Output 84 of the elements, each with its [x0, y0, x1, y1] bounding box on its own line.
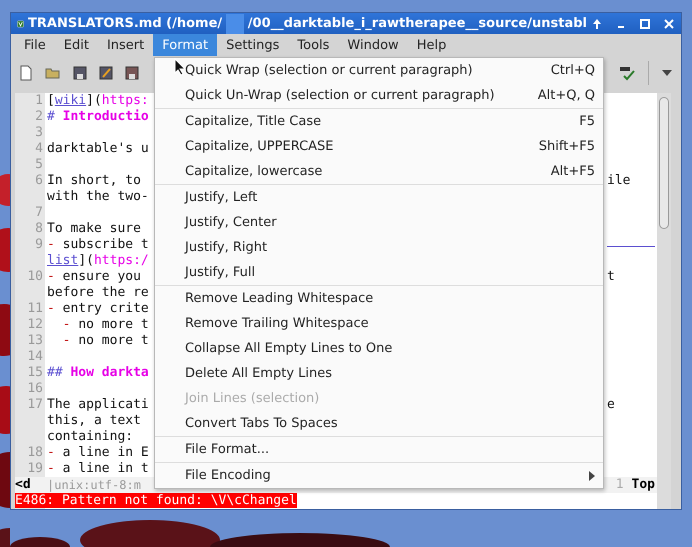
menu-item[interactable]: File	[15, 34, 55, 56]
menu-item[interactable]: Format	[153, 34, 218, 56]
line-number: 9	[35, 237, 43, 252]
code-line: darktable's u	[47, 141, 149, 156]
menu-item[interactable]: Settings	[217, 34, 288, 56]
redacted-block	[226, 14, 244, 34]
file-info: |unix:utf-8:m	[46, 477, 141, 493]
menu-item[interactable]: Collapse All Empty Lines to One	[155, 336, 603, 361]
code-line: before the re	[47, 285, 149, 300]
code-line: The applicati	[47, 397, 149, 412]
code-line: - no more t	[62, 317, 149, 332]
window-title: /00__darktable_i_rawtherapee__source/unstabl	[248, 16, 587, 32]
line-number: 14	[27, 349, 43, 364]
line-number: 16	[27, 381, 43, 396]
code-line: this, a text	[47, 413, 141, 428]
menu-item[interactable]: Capitalize, lowercase Alt+F5	[155, 159, 603, 184]
mode-indicator: <d	[15, 477, 32, 493]
code-line: [wiki](https:	[47, 93, 149, 108]
line-number: 19	[27, 461, 43, 476]
line-number: 17	[27, 397, 43, 412]
line-number: 18	[27, 445, 43, 460]
line-number: 8	[35, 221, 43, 236]
code-line: - a line in t	[47, 461, 149, 476]
dropdown-arrow-icon[interactable]	[661, 69, 673, 78]
menu-item[interactable]: Insert	[98, 34, 154, 56]
position-indicator: Top	[632, 477, 656, 493]
edit-floppy-icon[interactable]	[99, 66, 113, 80]
code-line: - subscribe t	[47, 237, 149, 252]
code-line: - entry crite	[47, 301, 149, 316]
menu-item[interactable]: Convert Tabs To Spaces	[155, 411, 603, 436]
folder-icon[interactable]	[45, 66, 61, 80]
code-line: In short, to	[47, 173, 141, 188]
code-line: containing:	[47, 429, 134, 444]
line-indicator: 1	[616, 477, 625, 493]
line-number: 13	[27, 333, 43, 348]
menu-item[interactable]: Justify, Full	[155, 260, 603, 285]
code-line: # Introductio	[47, 109, 149, 124]
line-number: 11	[27, 301, 43, 316]
menu-item[interactable]: Justify, Left	[155, 185, 603, 210]
line-number: 2	[35, 109, 43, 124]
error-message: E486: Pattern not found: \V\cChangel	[15, 493, 297, 508]
scrollbar-thumb[interactable]	[659, 97, 669, 229]
code-line: ile	[607, 173, 630, 188]
menu-item[interactable]: Edit	[54, 34, 98, 56]
maximize-icon[interactable]	[639, 18, 651, 30]
menu-item[interactable]: Delete All Empty Lines	[155, 361, 603, 386]
code-line: e	[607, 397, 615, 412]
spellcheck-icon[interactable]	[618, 65, 636, 82]
menu-item[interactable]: Capitalize, UPPERCASE Shift+F5	[155, 134, 603, 159]
up-arrow-icon[interactable]	[591, 18, 603, 30]
line-number: 3	[35, 125, 43, 140]
window-title: TRANSLATORS.md (/home/	[28, 16, 222, 32]
code-line: - a line in E	[47, 445, 149, 460]
line-number: 6	[35, 173, 43, 188]
menu-item[interactable]: Justify, Right	[155, 235, 603, 260]
line-number: 5	[35, 157, 43, 172]
line-number: 15	[27, 365, 43, 380]
close-icon[interactable]	[663, 18, 675, 30]
floppy-icon[interactable]	[73, 66, 87, 80]
code-line: with the two-	[47, 189, 149, 204]
menu-item[interactable]: Remove Trailing Whitespace	[155, 311, 603, 336]
code-line: To make sure	[47, 221, 141, 236]
code-line: ## How darkta	[47, 365, 149, 380]
line-number: 10	[27, 269, 43, 284]
menu-item[interactable]: Remove Leading Whitespace	[155, 286, 603, 311]
menu-item[interactable]: Help	[408, 34, 456, 56]
menu-item[interactable]: File Format...	[155, 437, 603, 462]
code-line: - ensure you	[47, 269, 141, 284]
code-line: - no more t	[62, 333, 149, 348]
new-file-icon[interactable]	[19, 65, 33, 82]
line-number: 7	[35, 205, 43, 220]
menu-item[interactable]: Window	[338, 34, 408, 56]
line-number: 12	[27, 317, 43, 332]
menu-item[interactable]: Tools	[288, 34, 338, 56]
menu-item[interactable]: Capitalize, Title Case F5	[155, 109, 603, 134]
menu-item[interactable]: Justify, Center	[155, 210, 603, 235]
menu-item[interactable]: Quick Un-Wrap (selection or current paragraph) Alt+Q, Q	[155, 83, 603, 108]
menu-item[interactable]: File Encoding	[155, 463, 603, 488]
line-number: 1	[35, 93, 43, 108]
menu-item[interactable]: Quick Wrap (selection or current paragraph) Ctrl+Q	[155, 58, 603, 83]
floppy-icon[interactable]	[125, 66, 139, 80]
code-line: t	[607, 269, 615, 284]
line-number: 4	[35, 141, 43, 156]
code-line: list](https:/	[47, 253, 149, 268]
